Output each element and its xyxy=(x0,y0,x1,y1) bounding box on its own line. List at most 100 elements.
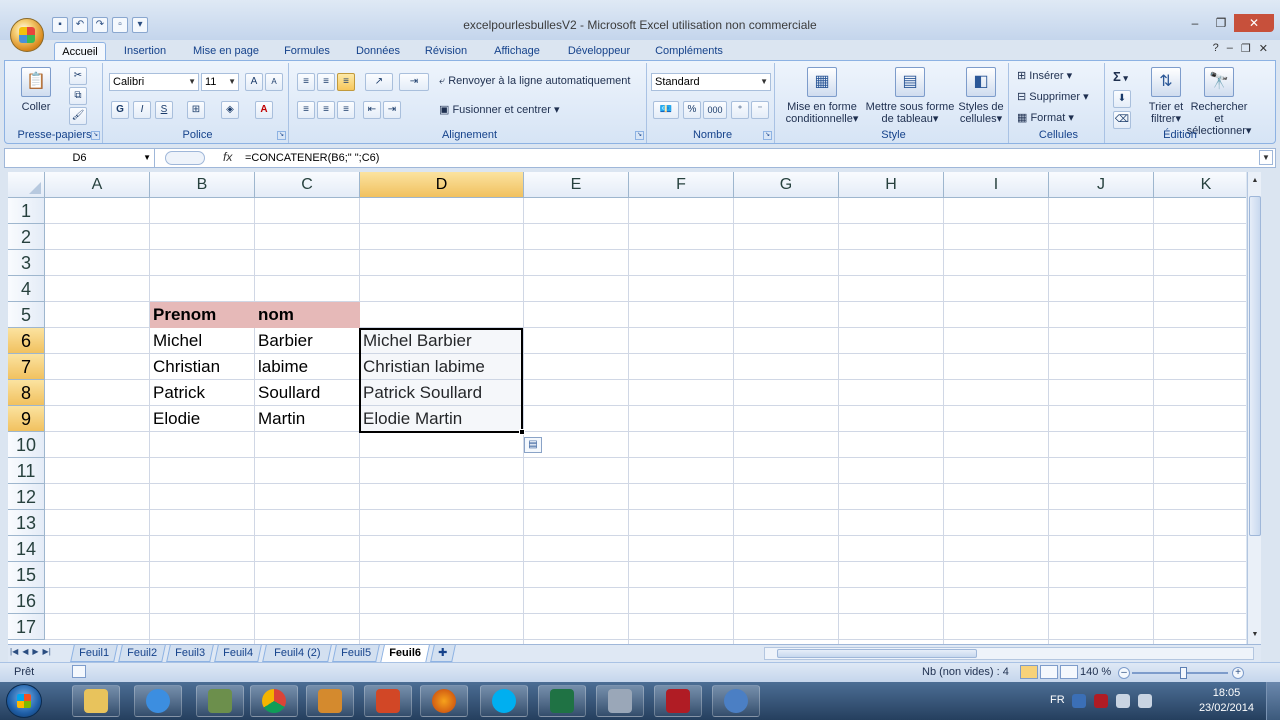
tab-accueil[interactable]: Accueil xyxy=(54,42,106,60)
ribbon-restore-icon[interactable]: ❐ xyxy=(1241,42,1251,55)
redo-icon[interactable]: ↷ xyxy=(92,17,108,33)
dialog-launcher-icon[interactable]: ↘ xyxy=(277,131,286,140)
taskbar-app-12[interactable] xyxy=(712,685,760,717)
macro-record-icon[interactable] xyxy=(72,665,86,678)
row-header-2[interactable]: 2 xyxy=(8,224,45,250)
indent-icon[interactable]: ⇥ xyxy=(399,73,429,91)
security-tray-icon[interactable] xyxy=(1094,694,1108,708)
ribbon-close-icon[interactable]: ✕ xyxy=(1259,42,1268,55)
language-indicator[interactable]: FR xyxy=(1050,694,1065,706)
dialog-launcher-icon[interactable]: ↘ xyxy=(635,131,644,140)
format-cells-button[interactable]: ▦ Format ▾ xyxy=(1017,111,1074,124)
cell-c7[interactable]: labime xyxy=(255,354,308,380)
cut-icon[interactable]: ✂ xyxy=(69,67,87,85)
normal-view-icon[interactable] xyxy=(1020,665,1038,679)
row-header-4[interactable]: 4 xyxy=(8,276,45,302)
italic-button[interactable]: I xyxy=(133,101,151,119)
row-header-10[interactable]: 10 xyxy=(8,432,45,458)
row-header-14[interactable]: 14 xyxy=(8,536,45,562)
row-header-16[interactable]: 16 xyxy=(8,588,45,614)
percent-button[interactable]: % xyxy=(683,101,701,119)
font-color-icon[interactable]: A xyxy=(255,101,273,119)
new-file-icon[interactable]: ▫ xyxy=(112,17,128,33)
insert-cells-button[interactable]: ⊞ Insérer ▾ xyxy=(1017,69,1072,82)
office-button[interactable] xyxy=(10,18,44,52)
fill-icon[interactable]: ⬇ xyxy=(1113,90,1131,108)
volume-tray-icon[interactable] xyxy=(1138,694,1152,708)
cell-c6[interactable]: Barbier xyxy=(255,328,313,354)
zoom-slider[interactable]: – + xyxy=(1118,667,1244,679)
align-right-icon[interactable]: ≡ xyxy=(337,101,355,119)
paste-button[interactable]: 📋 Coller xyxy=(11,67,61,113)
fill-handle[interactable] xyxy=(519,429,525,435)
underline-button[interactable]: S xyxy=(155,101,173,119)
save-icon[interactable]: ▪ xyxy=(52,17,68,33)
cell-b9[interactable]: Elodie xyxy=(150,406,200,432)
thousands-button[interactable]: 000 xyxy=(703,101,727,119)
decrease-indent-icon[interactable]: ⇤ xyxy=(363,101,381,119)
help-tray-icon[interactable] xyxy=(1072,694,1086,708)
tab-developpeur[interactable]: Développeur xyxy=(560,42,638,60)
row-header-11[interactable]: 11 xyxy=(8,458,45,484)
align-bottom-icon[interactable]: ≡ xyxy=(337,73,355,91)
taskbar-firefox[interactable] xyxy=(420,685,468,717)
zoom-level[interactable]: 140 % xyxy=(1080,666,1111,678)
taskbar-powerpoint[interactable] xyxy=(364,685,412,717)
increase-decimal-icon[interactable]: ⁺ xyxy=(731,101,749,119)
column-header-a[interactable]: A xyxy=(45,172,150,198)
column-header-j[interactable]: J xyxy=(1049,172,1154,198)
wrap-text-button[interactable]: ⤶ Renvoyer à la ligne automatiquement xyxy=(439,75,630,88)
show-desktop-button[interactable] xyxy=(1266,682,1280,720)
sheet-tab-feuil6[interactable]: Feuil6 xyxy=(380,645,430,663)
tab-affichage[interactable]: Affichage xyxy=(482,42,552,60)
column-header-c[interactable]: C xyxy=(255,172,360,198)
sheet-tab-feuil5[interactable]: Feuil5 xyxy=(332,645,380,662)
tab-formules[interactable]: Formules xyxy=(276,42,338,60)
grow-font-icon[interactable]: A xyxy=(245,73,263,91)
expand-formula-bar-icon[interactable]: ▼ xyxy=(1259,150,1273,165)
align-left-icon[interactable]: ≡ xyxy=(297,101,315,119)
close-button[interactable]: ✕ xyxy=(1234,14,1274,32)
cell-b7[interactable]: Christian xyxy=(150,354,220,380)
row-header-1[interactable]: 1 xyxy=(8,198,45,224)
network-tray-icon[interactable] xyxy=(1116,694,1130,708)
row-header-13[interactable]: 13 xyxy=(8,510,45,536)
sheet-tab-feuil2[interactable]: Feuil2 xyxy=(118,645,166,662)
autosum-button[interactable]: Σ ▾ xyxy=(1113,69,1128,84)
format-painter-icon[interactable]: 🖌 xyxy=(69,107,87,125)
row-header-15[interactable]: 15 xyxy=(8,562,45,588)
taskbar-explorer[interactable] xyxy=(72,685,120,717)
page-layout-view-icon[interactable] xyxy=(1040,665,1058,679)
dialog-launcher-icon[interactable]: ↘ xyxy=(763,131,772,140)
tab-revision[interactable]: Révision xyxy=(418,42,474,60)
format-as-table-button[interactable]: ▤ Mettre sous forme de tableau▾ xyxy=(865,67,955,125)
scrollbar-thumb[interactable] xyxy=(1249,196,1261,536)
conditional-format-button[interactable]: ▦ Mise en forme conditionnelle▾ xyxy=(781,67,863,125)
zoom-knob[interactable] xyxy=(1180,667,1187,679)
copy-icon[interactable]: ⧉ xyxy=(69,87,87,105)
cell-c5[interactable]: nom xyxy=(255,302,360,328)
row-header-3[interactable]: 3 xyxy=(8,250,45,276)
taskbar-excel[interactable] xyxy=(538,685,586,717)
cell-b6[interactable]: Michel xyxy=(150,328,202,354)
dialog-launcher-icon[interactable]: ↘ xyxy=(91,131,100,140)
worksheet-grid[interactable]: A B C D E F G H I J K 1 2 3 4 5 6 7 8 9 … xyxy=(8,172,1246,644)
font-name-select[interactable]: Calibri ▼ xyxy=(109,73,199,91)
last-sheet-icon[interactable]: ▶| xyxy=(43,647,51,656)
cell-styles-button[interactable]: ◧ Styles de cellules▾ xyxy=(955,67,1007,125)
row-header-6[interactable]: 6 xyxy=(8,328,45,354)
scroll-up-icon[interactable]: ▲ xyxy=(1249,174,1261,188)
name-box[interactable]: D6 ▼ xyxy=(5,149,155,167)
tab-insertion[interactable]: Insertion xyxy=(114,42,176,60)
page-break-view-icon[interactable] xyxy=(1060,665,1078,679)
zoom-in-icon[interactable]: + xyxy=(1232,667,1244,679)
start-button[interactable] xyxy=(6,684,42,718)
first-sheet-icon[interactable]: |◀ xyxy=(10,647,18,656)
cell-c8[interactable]: Soullard xyxy=(255,380,320,406)
merge-center-button[interactable]: ▣ Fusionner et centrer ▾ xyxy=(439,103,559,116)
align-center-icon[interactable]: ≡ xyxy=(317,101,335,119)
row-header-17[interactable]: 17 xyxy=(8,614,45,640)
select-all-corner[interactable] xyxy=(8,172,45,198)
increase-indent-icon[interactable]: ⇥ xyxy=(383,101,401,119)
column-header-f[interactable]: F xyxy=(629,172,734,198)
